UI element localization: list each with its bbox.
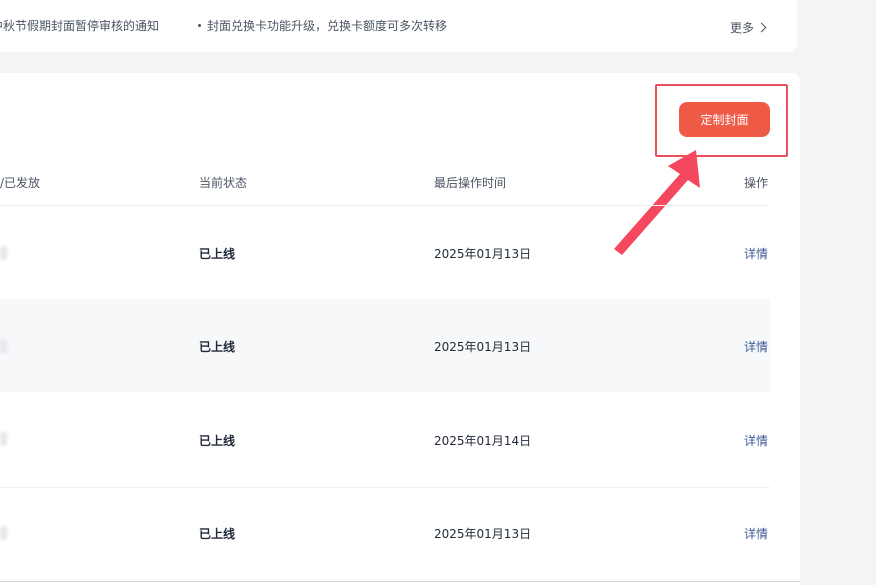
status-cell: 已上线 <box>199 434 236 448</box>
notice-item-label: 封面兑换卡功能升级，兑换卡额度可多次转移 <box>207 19 448 33</box>
more-link[interactable]: 更多 <box>730 19 767 36</box>
redacted-cell <box>0 432 7 446</box>
bullet-icon <box>198 24 201 27</box>
divider <box>0 581 800 582</box>
details-link[interactable]: 详情 <box>744 432 768 449</box>
status-cell: 已上线 <box>199 527 236 541</box>
status-cell: 已上线 <box>199 247 236 261</box>
column-header-action: 操作 <box>744 176 769 190</box>
table-row: 已上线 2025年01月14日 详情 <box>0 392 770 485</box>
chevron-right-icon <box>756 22 767 33</box>
column-header-last-op-time: 最后操作时间 <box>434 176 507 190</box>
more-link-label: 更多 <box>730 21 755 35</box>
date-cell: 2025年01月14日 <box>434 434 532 448</box>
column-header-issued: /已发放 <box>0 176 41 190</box>
table-row: 已上线 2025年01月13日 详情 <box>0 488 770 581</box>
column-header-status: 当前状态 <box>199 176 248 190</box>
notice-bar: 中秋节假期封面暂停审核的通知 封面兑换卡功能升级，兑换卡额度可多次转移 更多 <box>0 0 797 52</box>
details-link[interactable]: 详情 <box>744 525 768 542</box>
status-cell: 已上线 <box>199 340 236 354</box>
date-cell: 2025年01月13日 <box>434 247 532 261</box>
details-link[interactable]: 详情 <box>744 338 768 355</box>
notice-item[interactable]: 中秋节假期封面暂停审核的通知 <box>0 17 159 34</box>
date-cell: 2025年01月13日 <box>434 527 532 541</box>
custom-cover-button[interactable]: 定制封面 <box>679 102 770 137</box>
redacted-cell <box>0 526 7 540</box>
table-row: 已上线 2025年01月13日 详情 <box>0 206 770 299</box>
notice-item[interactable]: 封面兑换卡功能升级，兑换卡额度可多次转移 <box>198 17 447 34</box>
details-link[interactable]: 详情 <box>744 245 768 262</box>
redacted-cell <box>0 339 7 353</box>
date-cell: 2025年01月13日 <box>434 340 532 354</box>
table-row: 已上线 2025年01月13日 详情 <box>0 299 770 392</box>
redacted-cell <box>0 246 7 260</box>
